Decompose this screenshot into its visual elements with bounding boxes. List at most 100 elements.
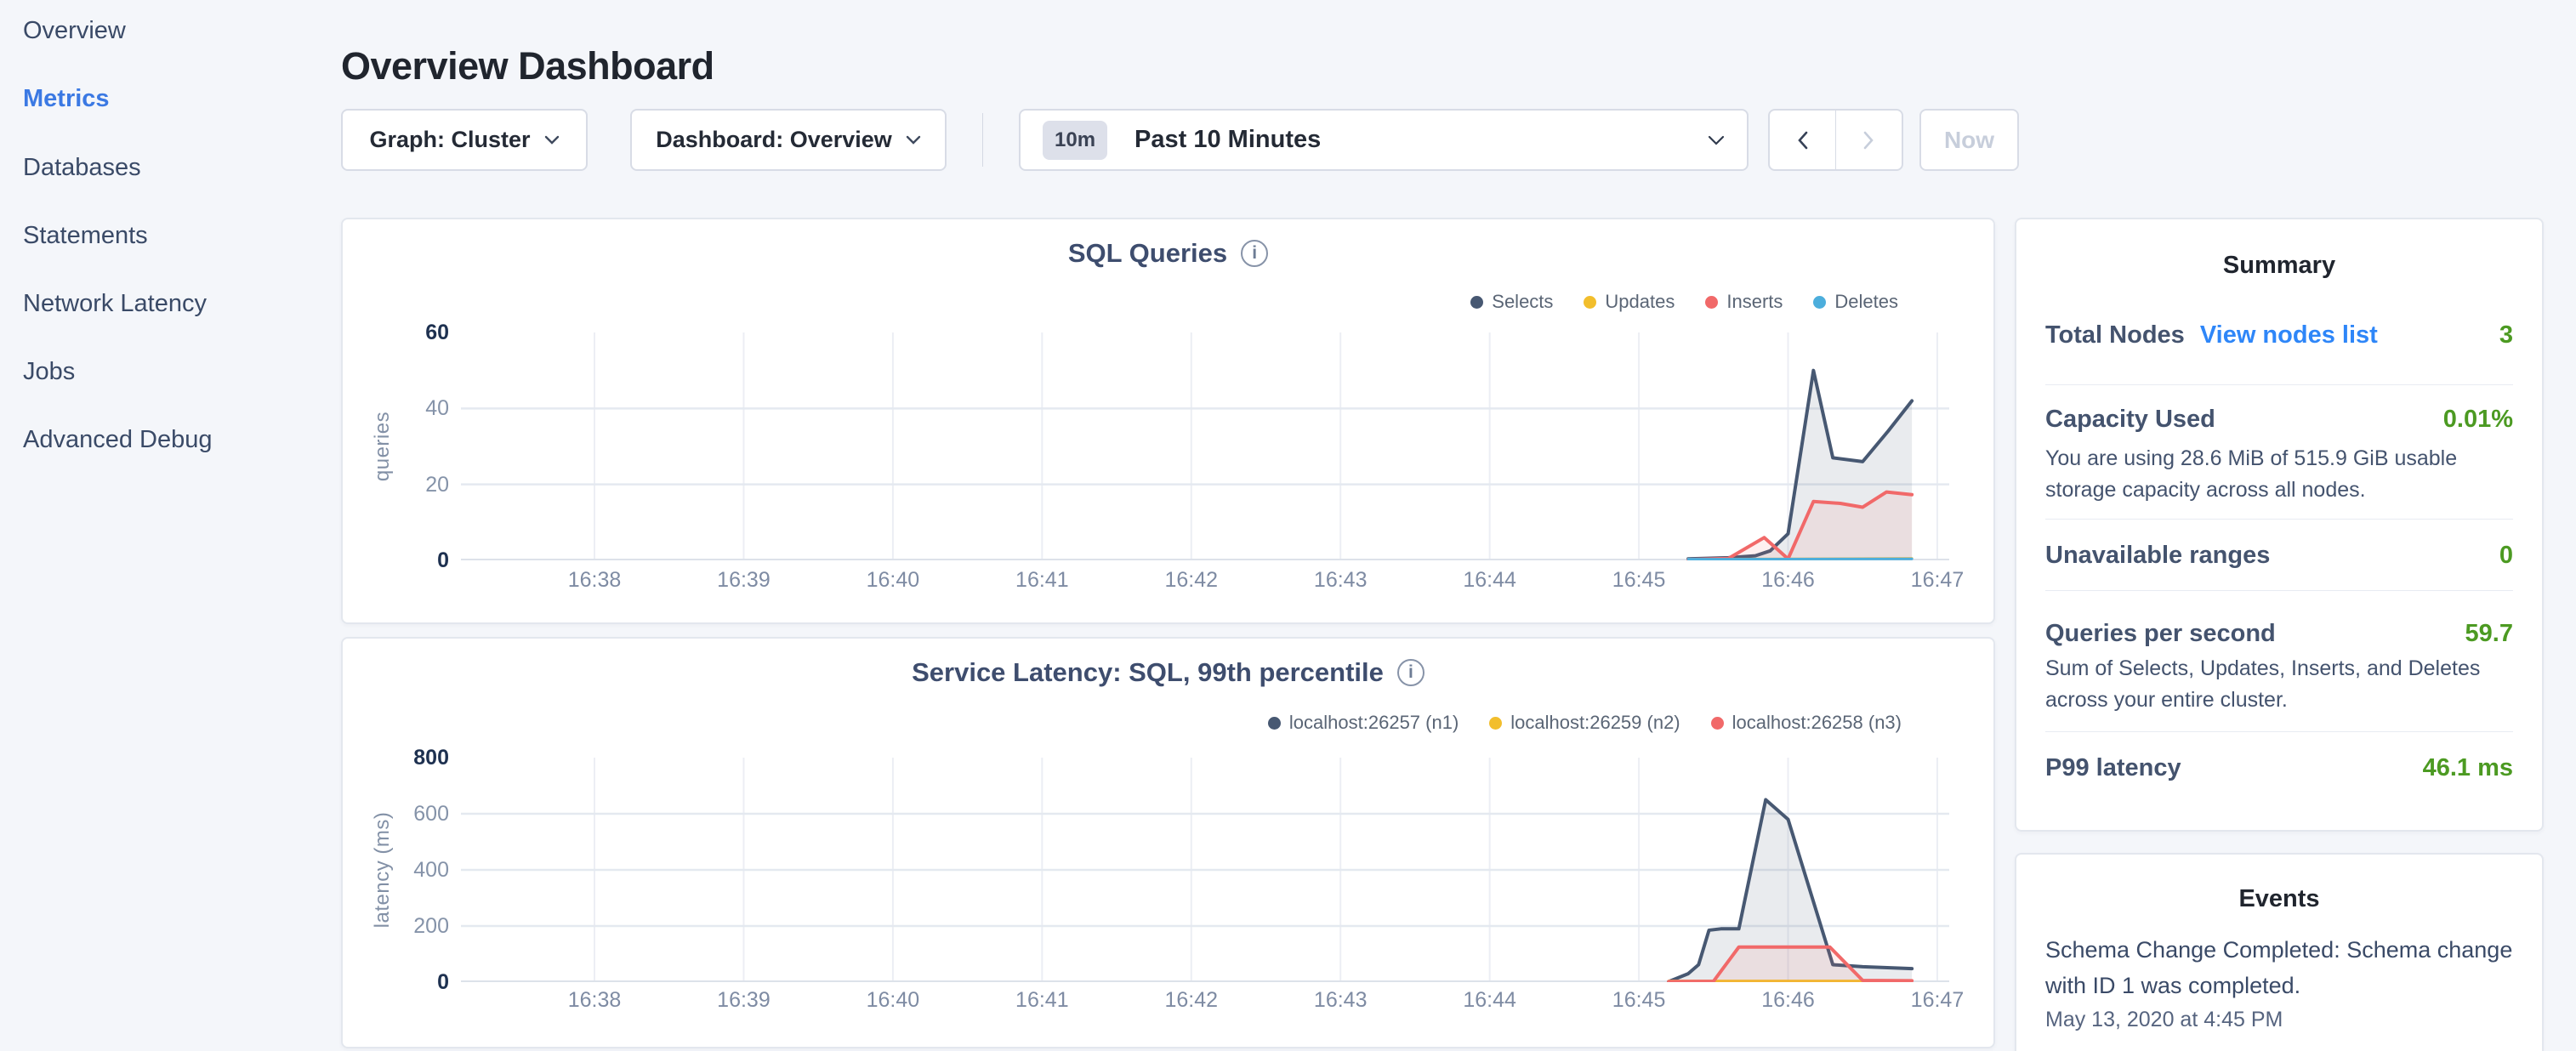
event-message[interactable]: Schema Change Completed: Schema change w… (2045, 932, 2516, 1003)
chevron-down-icon (906, 135, 921, 145)
dashboard-dropdown-label: Dashboard: Overview (656, 127, 892, 153)
divider (2045, 590, 2513, 591)
now-button-label: Now (1944, 127, 1994, 154)
sidebar-item-databases[interactable]: Databases (23, 154, 141, 182)
service-latency-chart-card: Service Latency: SQL, 99th percentile i … (341, 637, 1995, 1048)
summary-row-unavailable-ranges: Unavailable ranges 0 (2045, 542, 2513, 570)
x-axis-tick-label: 16:45 (1579, 988, 1698, 1013)
summary-label: Unavailable ranges (2045, 542, 2270, 570)
x-axis-tick-label: 16:41 (982, 568, 1101, 593)
sidebar-item-metrics[interactable]: Metrics (23, 85, 110, 113)
y-axis-tick-label: 400 (343, 857, 449, 883)
x-axis-tick-label: 16:42 (1132, 988, 1251, 1013)
page-title: Overview Dashboard (341, 44, 714, 88)
chevron-down-icon (544, 135, 560, 145)
summary-row-p99-latency: P99 latency 46.1 ms (2045, 754, 2513, 782)
time-range-label: Past 10 Minutes (1134, 126, 1321, 154)
sidebar-item-statements[interactable]: Statements (23, 222, 148, 250)
x-axis-tick-label: 16:44 (1430, 568, 1550, 593)
summary-title: Summary (2016, 252, 2542, 280)
x-axis-tick-label: 16:41 (982, 988, 1101, 1013)
summary-label: P99 latency (2045, 754, 2181, 782)
graph-dropdown[interactable]: Graph: Cluster (341, 109, 588, 171)
divider (2045, 384, 2513, 385)
time-step-buttons (1768, 109, 1903, 171)
legend-item: Updates (1584, 291, 1675, 313)
event-timestamp: May 13, 2020 at 4:45 PM (2045, 1008, 2283, 1032)
legend-dot (1711, 717, 1724, 730)
time-range-chip: 10m (1043, 121, 1107, 160)
info-icon[interactable]: i (1241, 240, 1268, 267)
legend-item: Selects (1470, 291, 1553, 313)
legend-dot (1489, 717, 1502, 730)
summary-value: 46.1 ms (2423, 754, 2513, 782)
x-axis-tick-label: 16:46 (1729, 988, 1848, 1013)
summary-description: You are using 28.6 MiB of 515.9 GiB usab… (2045, 443, 2516, 506)
legend-label: localhost:26257 (n1) (1289, 712, 1459, 734)
x-axis-tick-label: 16:47 (1878, 568, 1997, 593)
toolbar-divider (982, 113, 983, 167)
x-axis-tick-label: 16:43 (1281, 988, 1400, 1013)
sidebar-item-network-latency[interactable]: Network Latency (23, 290, 207, 318)
summary-row-total-nodes: Total NodesView nodes list 3 (2045, 321, 2513, 349)
sidebar-item-overview[interactable]: Overview (23, 17, 126, 45)
events-panel: Events Schema Change Completed: Schema c… (2015, 853, 2544, 1051)
chart-legend: Selects Updates Inserts Deletes (1470, 291, 1898, 313)
x-axis-tick-label: 16:39 (684, 568, 803, 593)
y-axis-tick-label: 0 (343, 969, 449, 995)
x-axis-tick-label: 16:42 (1132, 568, 1251, 593)
chart-title: Service Latency: SQL, 99th percentile (912, 657, 1384, 688)
legend-dot (1268, 717, 1281, 730)
sidebar-item-advanced-debug[interactable]: Advanced Debug (23, 426, 213, 454)
legend-label: localhost:26259 (n2) (1510, 712, 1680, 734)
y-axis-tick-label: 60 (343, 320, 449, 345)
legend-item: localhost:26259 (n2) (1489, 712, 1680, 734)
x-axis-tick-label: 16:38 (535, 988, 654, 1013)
summary-row-capacity-used: Capacity Used 0.01% (2045, 406, 2513, 434)
legend-dot (1813, 296, 1826, 309)
prev-time-button[interactable] (1770, 111, 1835, 169)
x-axis-tick-label: 16:47 (1878, 988, 1997, 1013)
chart-legend: localhost:26257 (n1) localhost:26259 (n2… (1268, 712, 1902, 734)
legend-label: Deletes (1834, 291, 1898, 313)
next-time-button[interactable] (1836, 111, 1902, 169)
summary-label: Queries per second (2045, 620, 2276, 648)
sidebar-item-jobs[interactable]: Jobs (23, 358, 75, 386)
summary-label: Capacity Used (2045, 406, 2215, 434)
legend-item: localhost:26258 (n3) (1711, 712, 1902, 734)
legend-item: Deletes (1813, 291, 1898, 313)
y-axis-tick-label: 40 (343, 395, 449, 421)
legend-item: localhost:26257 (n1) (1268, 712, 1459, 734)
legend-label: Updates (1605, 291, 1675, 313)
sql-queries-plot[interactable] (461, 332, 1949, 560)
legend-label: Inserts (1726, 291, 1783, 313)
service-latency-plot[interactable] (461, 758, 1949, 982)
x-axis-tick-label: 16:44 (1430, 988, 1550, 1013)
y-axis-title: queries (370, 361, 395, 531)
info-icon[interactable]: i (1397, 659, 1424, 686)
y-axis-tick-label: 0 (343, 548, 449, 573)
summary-value: 0 (2499, 542, 2513, 570)
summary-row-queries-per-second: Queries per second 59.7 (2045, 620, 2513, 648)
legend-label: localhost:26258 (n3) (1732, 712, 1902, 734)
x-axis-tick-label: 16:43 (1281, 568, 1400, 593)
y-axis-tick-label: 800 (343, 745, 449, 770)
graph-dropdown-label: Graph: Cluster (369, 127, 530, 153)
summary-value: 59.7 (2465, 620, 2513, 648)
legend-dot (1705, 296, 1718, 309)
summary-panel: Summary Total NodesView nodes list 3 Cap… (2015, 218, 2544, 832)
now-button[interactable]: Now (1919, 109, 2019, 171)
sql-queries-chart-card: SQL Queries i Selects Updates Inserts De… (341, 218, 1995, 624)
divider (2045, 731, 2513, 732)
metrics-page: Overview Metrics Databases Statements Ne… (0, 0, 2576, 1051)
dashboard-dropdown[interactable]: Dashboard: Overview (630, 109, 947, 171)
legend-dot (1470, 296, 1483, 309)
view-nodes-list-link[interactable]: View nodes list (2200, 321, 2378, 349)
time-range-selector[interactable]: 10m Past 10 Minutes (1019, 109, 1749, 171)
chart-title: SQL Queries (1068, 238, 1227, 269)
x-axis-tick-label: 16:46 (1729, 568, 1848, 593)
legend-dot (1584, 296, 1596, 309)
x-axis-tick-label: 16:40 (833, 568, 952, 593)
summary-value: 3 (2499, 321, 2513, 349)
y-axis-tick-label: 20 (343, 472, 449, 497)
